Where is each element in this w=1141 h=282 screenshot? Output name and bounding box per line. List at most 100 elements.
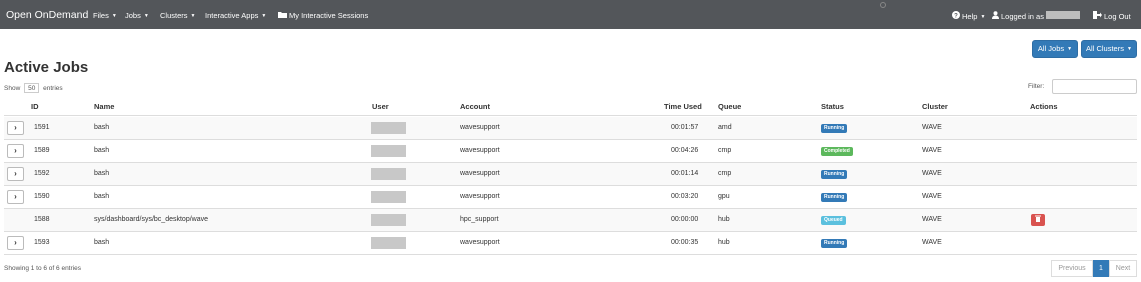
- nav-interactive-apps[interactable]: Interactive Apps ▼: [205, 11, 266, 20]
- nav-help[interactable]: ? Help ▼: [952, 11, 985, 21]
- nav-jobs-label: Jobs: [125, 11, 141, 20]
- job-cluster: WAVE: [922, 193, 942, 200]
- job-account: wavesupport: [460, 147, 500, 154]
- job-account: wavesupport: [460, 193, 500, 200]
- filter-label: Filter:: [1028, 83, 1045, 90]
- job-id: 1593: [34, 239, 50, 246]
- header-account[interactable]: Account: [460, 102, 490, 111]
- logged-in-info: Logged in as: [992, 11, 1044, 21]
- caret-down-icon: ▼: [1126, 46, 1132, 52]
- svg-text:?: ?: [954, 13, 958, 19]
- status-badge: Completed: [821, 147, 853, 156]
- filter-input[interactable]: [1052, 79, 1137, 94]
- redacted-user: [371, 122, 406, 134]
- job-cluster: WAVE: [922, 147, 942, 154]
- user-icon: [992, 11, 999, 21]
- expand-row-button[interactable]: ›: [7, 121, 24, 135]
- expand-row-button[interactable]: ›: [7, 236, 24, 250]
- caret-down-icon: ▼: [111, 13, 117, 19]
- job-id: 1589: [34, 147, 50, 154]
- status-badge: Running: [821, 124, 848, 133]
- job-time-used: 00:01:57: [671, 124, 699, 131]
- table-row: › 1589 bash wavesupport 00:04:26 cmp Com…: [4, 140, 1137, 163]
- status-badge: Running: [821, 239, 848, 248]
- caret-down-icon: ▼: [190, 13, 196, 19]
- caret-down-icon: ▼: [143, 13, 149, 19]
- entries-select[interactable]: 50: [24, 83, 40, 93]
- table-row: › 1592 bash wavesupport 00:01:14 cmp Run…: [4, 163, 1137, 186]
- table-row: › 1590 bash wavesupport 00:03:20 gpu Run…: [4, 186, 1137, 209]
- job-name: bash: [94, 193, 110, 200]
- all-jobs-label: All Jobs: [1037, 44, 1065, 53]
- all-jobs-dropdown[interactable]: All Jobs ▼: [1032, 40, 1078, 58]
- job-account: wavesupport: [460, 239, 500, 246]
- job-cluster: WAVE: [922, 239, 942, 246]
- brand-link[interactable]: Open OnDemand: [6, 9, 88, 21]
- job-name: sys/dashboard/sys/bc_desktop/wave: [94, 216, 209, 223]
- logout-label: Log Out: [1104, 12, 1131, 21]
- pagination-previous[interactable]: Previous: [1051, 260, 1093, 277]
- job-id: 1592: [34, 170, 50, 177]
- header-time-used[interactable]: Time Used: [664, 102, 702, 111]
- show-entries-control: Show 50 entries: [4, 83, 63, 93]
- status-badge: Queued: [821, 216, 846, 225]
- job-time-used: 00:04:26: [671, 147, 699, 154]
- header-queue[interactable]: Queue: [718, 102, 741, 111]
- show-prefix: Show: [4, 85, 21, 92]
- nav-clusters-label: Clusters: [160, 11, 188, 20]
- trash-icon: [1035, 215, 1041, 223]
- job-id: 1588: [34, 216, 50, 223]
- header-user[interactable]: User: [372, 102, 389, 111]
- top-navbar: Open OnDemand Files ▼ Jobs ▼ Clusters ▼ Int…: [0, 0, 1141, 29]
- header-status[interactable]: Status: [821, 102, 844, 111]
- logout-link[interactable]: Log Out: [1093, 11, 1131, 21]
- redacted-user: [371, 237, 406, 249]
- job-queue: hub: [718, 216, 730, 223]
- header-id[interactable]: ID: [31, 102, 39, 111]
- job-queue: hub: [718, 239, 730, 246]
- header-cluster[interactable]: Cluster: [922, 102, 948, 111]
- job-name: bash: [94, 170, 110, 177]
- caret-down-icon: ▼: [261, 13, 267, 19]
- showing-entries-info: Showing 1 to 6 of 6 entries: [4, 265, 81, 272]
- all-clusters-label: All Clusters: [1086, 44, 1124, 53]
- job-queue: amd: [718, 124, 732, 131]
- job-time-used: 00:01:14: [671, 170, 699, 177]
- expand-row-button[interactable]: ›: [7, 167, 24, 181]
- table-row: › 1593 bash wavesupport 00:00:35 hub Run…: [4, 232, 1137, 255]
- header-name[interactable]: Name: [94, 102, 114, 111]
- job-time-used: 00:00:35: [671, 239, 699, 246]
- table-row: › 1591 bash wavesupport 00:01:57 amd Run…: [4, 117, 1137, 140]
- nav-interactive-apps-label: Interactive Apps: [205, 11, 259, 20]
- job-time-used: 00:03:20: [671, 193, 699, 200]
- job-account: wavesupport: [460, 124, 500, 131]
- job-name: bash: [94, 239, 110, 246]
- page-title: Active Jobs: [4, 59, 89, 76]
- expand-row-button[interactable]: ›: [7, 190, 24, 204]
- chevron-right-icon: ›: [14, 192, 17, 201]
- status-circle-icon: [880, 2, 886, 8]
- status-badge: Running: [821, 193, 848, 202]
- redacted-user: [371, 214, 406, 226]
- redacted-username: [1046, 11, 1080, 19]
- chevron-right-icon: ›: [14, 169, 17, 178]
- nav-jobs[interactable]: Jobs ▼: [125, 11, 149, 20]
- job-time-used: 00:00:00: [671, 216, 699, 223]
- nav-files-label: Files: [93, 11, 109, 20]
- redacted-user: [371, 191, 406, 203]
- question-circle-icon: ?: [952, 11, 960, 21]
- nav-clusters[interactable]: Clusters ▼: [160, 11, 195, 20]
- nav-my-interactive-sessions[interactable]: My Interactive Sessions: [278, 11, 368, 20]
- job-queue: cmp: [718, 170, 732, 177]
- header-actions: Actions: [1030, 102, 1058, 111]
- job-id: 1590: [34, 193, 50, 200]
- delete-job-button[interactable]: [1031, 214, 1045, 226]
- nav-files[interactable]: Files ▼: [93, 11, 117, 20]
- all-clusters-dropdown[interactable]: All Clusters ▼: [1081, 40, 1137, 58]
- caret-down-icon: ▼: [980, 14, 986, 20]
- redacted-user: [371, 145, 406, 157]
- pagination-next[interactable]: Next: [1109, 260, 1137, 277]
- job-account: wavesupport: [460, 170, 500, 177]
- pagination-page-1[interactable]: 1: [1093, 260, 1109, 277]
- expand-row-button[interactable]: ›: [7, 144, 24, 158]
